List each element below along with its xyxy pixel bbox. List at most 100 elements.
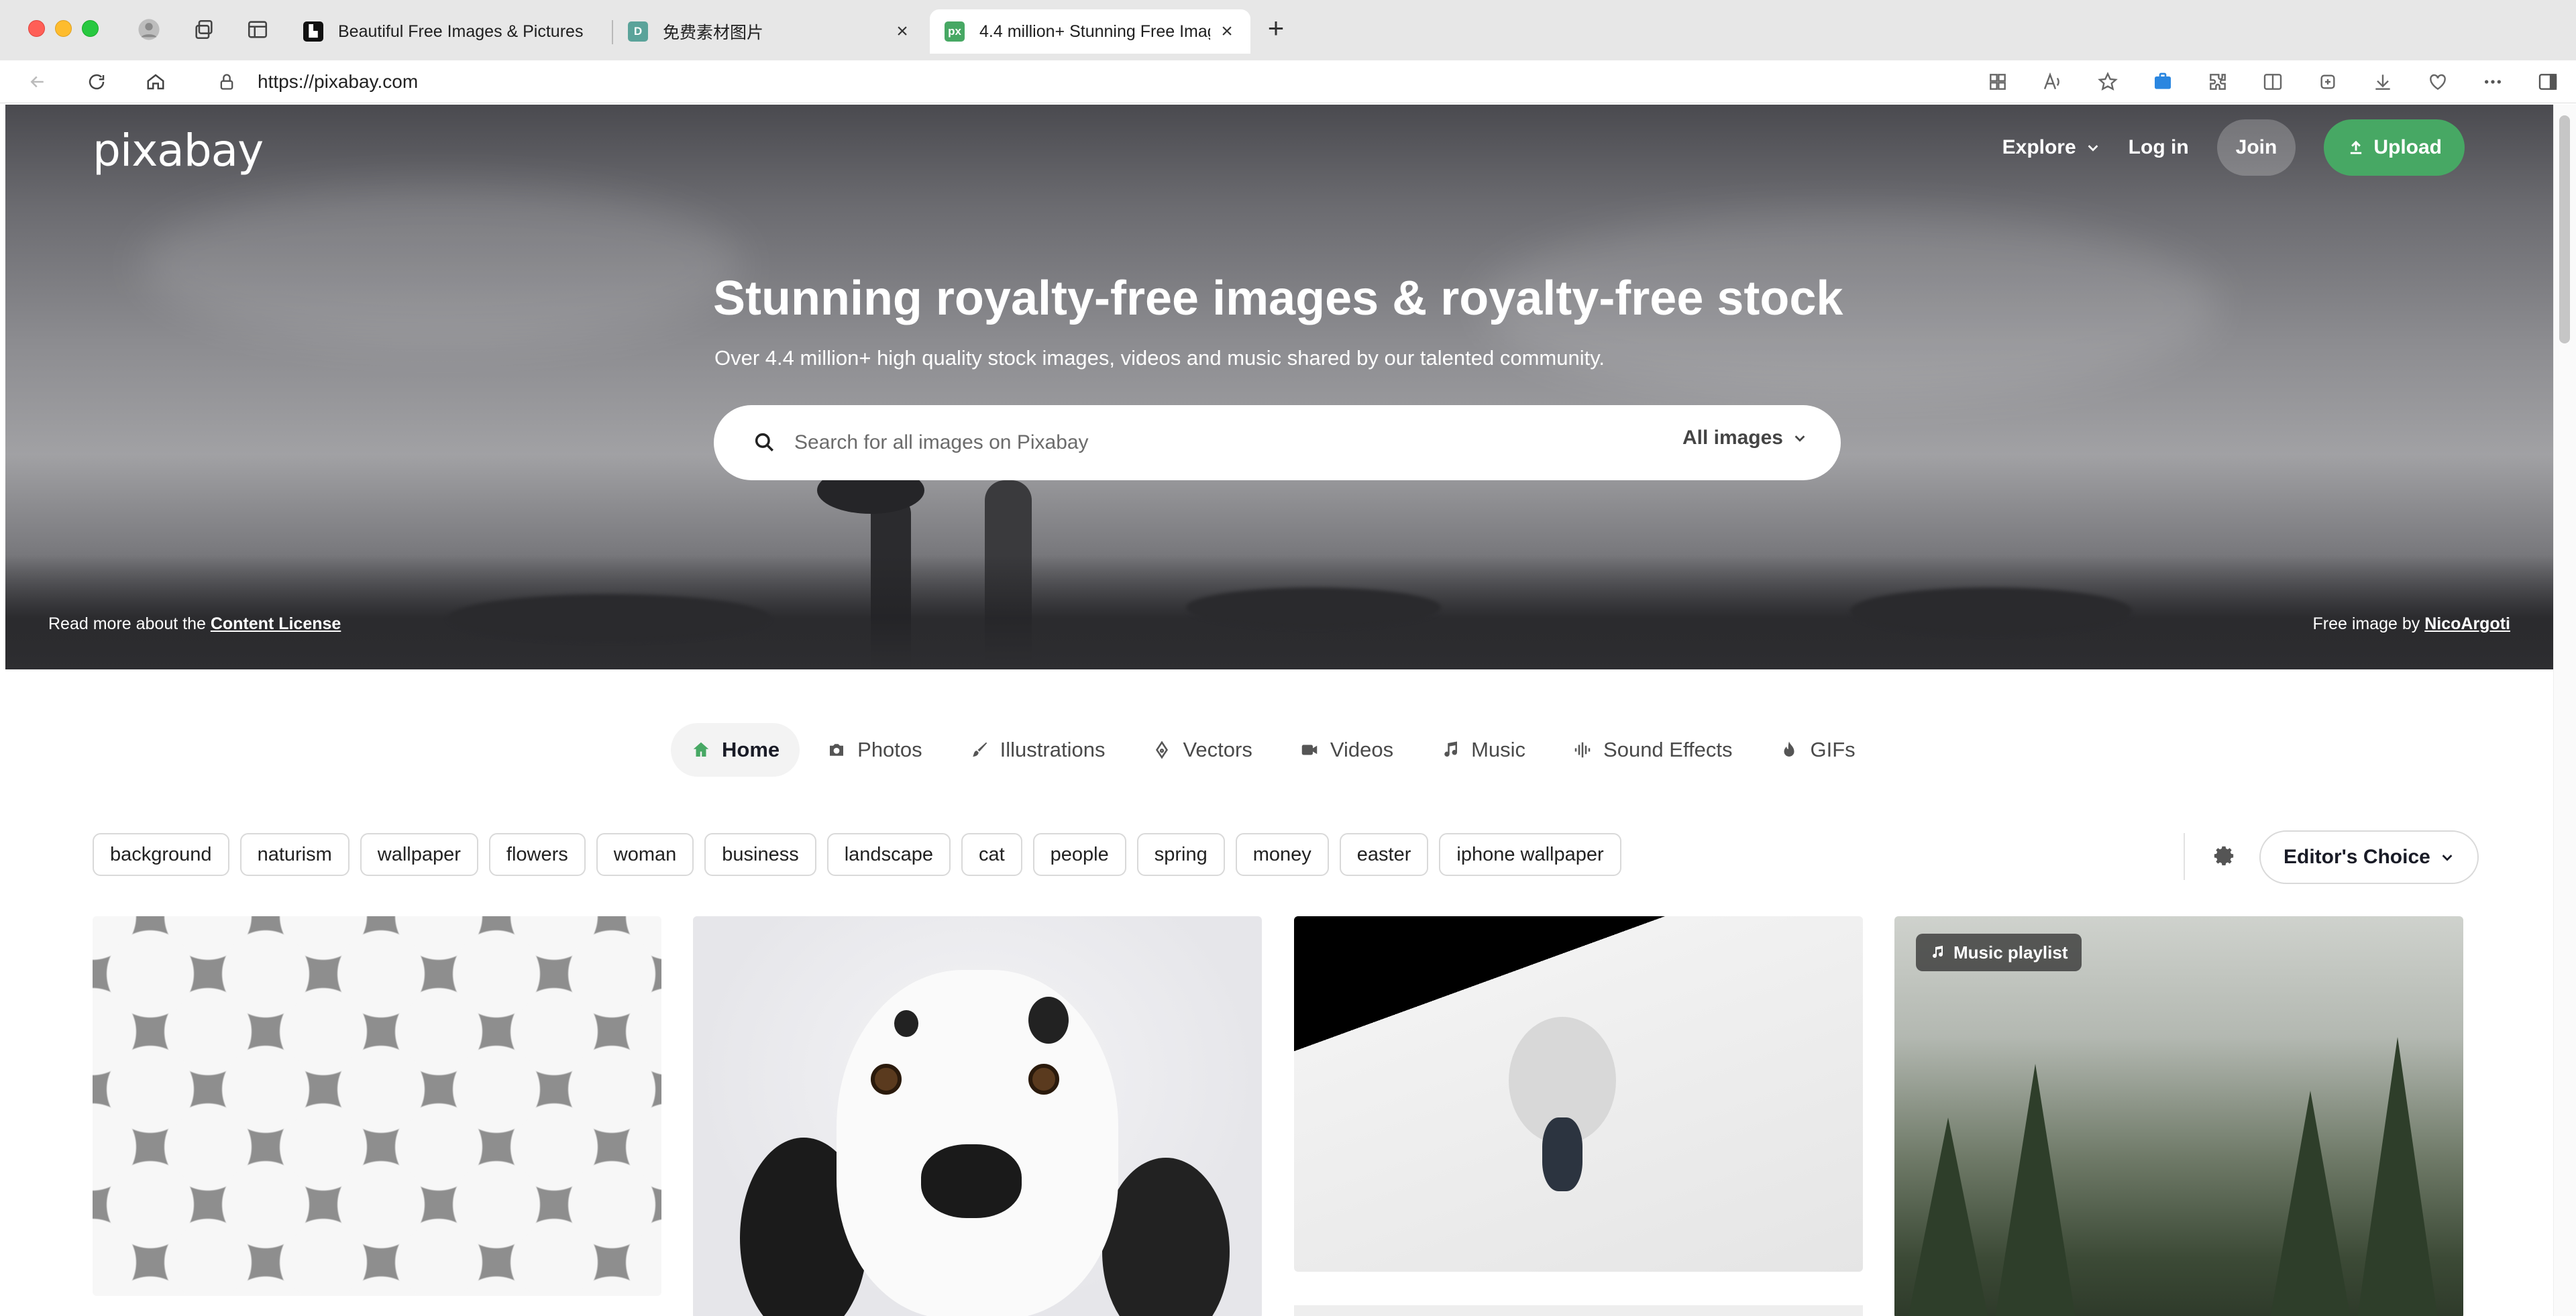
dog-eye bbox=[1028, 1064, 1059, 1095]
pixabay-page: pixabay Explore Log in Join Upload Stunn… bbox=[5, 105, 2553, 1316]
tag-chip[interactable]: business bbox=[704, 833, 816, 876]
license-prefix: Read more about the bbox=[48, 614, 211, 633]
url-field[interactable]: https://pixabay.com bbox=[193, 64, 2072, 99]
back-button[interactable] bbox=[24, 68, 51, 95]
tab-title: Beautiful Free Images & Pictures bbox=[338, 21, 584, 41]
image-card-eggs[interactable] bbox=[93, 916, 661, 1296]
category-videos[interactable]: Videos bbox=[1279, 723, 1413, 777]
tag-chip[interactable]: spring bbox=[1136, 833, 1225, 876]
browser-tab[interactable]: D 免费素材图片 × bbox=[613, 9, 926, 54]
upload-label: Upload bbox=[2373, 136, 2442, 158]
window-zoom-button[interactable] bbox=[82, 20, 99, 37]
category-music[interactable]: Music bbox=[1420, 723, 1546, 777]
category-vectors[interactable]: Vectors bbox=[1132, 723, 1272, 777]
hero-rock bbox=[1186, 588, 1441, 628]
music-note-icon bbox=[1933, 946, 1943, 958]
search-scope-dropdown[interactable]: All images bbox=[1682, 427, 1807, 449]
sidebar-toggle-icon[interactable] bbox=[2533, 67, 2563, 97]
dog-spot bbox=[1028, 997, 1069, 1044]
browser-tab-active[interactable]: px 4.4 million+ Stunning Free Images × bbox=[930, 9, 1250, 54]
credit-author-link[interactable]: NicoArgoti bbox=[2424, 614, 2510, 633]
downloads-icon[interactable] bbox=[2368, 67, 2398, 97]
hero-headline: Stunning royalty-free images & royalty-f… bbox=[713, 272, 1843, 325]
tag-chip[interactable]: easter bbox=[1339, 833, 1429, 876]
header-nav: Explore Log in Join Upload bbox=[2002, 119, 2465, 176]
new-tab-button[interactable]: + bbox=[1261, 14, 1291, 44]
tag-chip[interactable]: cat bbox=[961, 833, 1022, 876]
tag-chip[interactable]: people bbox=[1032, 833, 1126, 876]
split-screen-icon[interactable] bbox=[2258, 67, 2288, 97]
category-photos[interactable]: Photos bbox=[806, 723, 943, 777]
upload-button[interactable]: Upload bbox=[2324, 119, 2465, 176]
explore-label: Explore bbox=[2002, 136, 2076, 158]
profile-avatar-icon[interactable] bbox=[136, 16, 162, 43]
page-scrollbar[interactable] bbox=[2553, 105, 2576, 1316]
more-menu-icon[interactable] bbox=[2478, 67, 2508, 97]
search-input[interactable] bbox=[794, 424, 1653, 461]
read-aloud-icon[interactable] bbox=[2038, 67, 2068, 97]
tab-title: 4.4 million+ Stunning Free Images bbox=[979, 21, 1210, 41]
login-link[interactable]: Log in bbox=[2129, 136, 2189, 159]
tag-chip[interactable]: money bbox=[1235, 833, 1329, 876]
image-card-forest[interactable]: Music playlist bbox=[1894, 916, 2463, 1316]
search-icon[interactable] bbox=[753, 431, 775, 453]
join-button[interactable]: Join bbox=[2216, 119, 2296, 176]
tag-chip[interactable]: wallpaper bbox=[360, 833, 478, 876]
window-minimize-button[interactable] bbox=[55, 20, 72, 37]
tag-chip[interactable]: background bbox=[93, 833, 229, 876]
credit-prefix: Free image by bbox=[2312, 614, 2425, 633]
workspaces-icon[interactable] bbox=[191, 16, 217, 43]
search-scope-label: All images bbox=[1682, 427, 1783, 449]
category-label: Vectors bbox=[1183, 738, 1252, 761]
category-illustrations[interactable]: Illustrations bbox=[949, 723, 1126, 777]
apps-icon[interactable] bbox=[1983, 67, 2012, 97]
reload-button[interactable] bbox=[83, 68, 110, 95]
tab-close-icon[interactable]: × bbox=[1218, 20, 1236, 43]
music-note-icon bbox=[1444, 741, 1458, 757]
music-badge-label: Music playlist bbox=[1953, 942, 2068, 963]
gear-icon[interactable] bbox=[2210, 842, 2237, 869]
sort-dropdown[interactable]: Editor's Choice bbox=[2259, 830, 2479, 884]
hero-rock bbox=[448, 594, 770, 641]
dog-face bbox=[837, 970, 1118, 1316]
hero-cloud bbox=[140, 185, 743, 346]
tag-chip[interactable]: landscape bbox=[826, 833, 951, 876]
content-license-link[interactable]: Content License bbox=[211, 614, 341, 633]
tag-chip[interactable]: woman bbox=[596, 833, 694, 876]
category-gifs[interactable]: GIFs bbox=[1759, 723, 1875, 777]
hero-subline: Over 4.4 million+ high quality stock ima… bbox=[714, 346, 1605, 370]
pixabay-logo[interactable]: pixabay bbox=[93, 125, 264, 178]
home-button[interactable] bbox=[142, 68, 169, 95]
category-label: Home bbox=[722, 738, 780, 761]
chevron-down-icon bbox=[2442, 855, 2453, 861]
vertical-tabs-icon[interactable] bbox=[244, 16, 271, 43]
image-card-dalmatian[interactable] bbox=[693, 916, 1262, 1316]
dog-spot bbox=[894, 1010, 918, 1037]
tag-chip[interactable]: naturism bbox=[239, 833, 350, 876]
image-credit: Free image by NicoArgoti bbox=[2312, 614, 2510, 634]
d-favicon: D bbox=[628, 21, 648, 42]
chevron-down-icon bbox=[1794, 435, 1805, 442]
window-close-button[interactable] bbox=[28, 20, 45, 37]
browser-tab[interactable]: ▙ Beautiful Free Images & Pictures bbox=[288, 9, 610, 54]
tree-shape bbox=[1995, 1064, 2076, 1316]
collections-icon[interactable] bbox=[2313, 67, 2343, 97]
scrollbar-thumb[interactable] bbox=[2559, 115, 2570, 343]
category-label: Illustrations bbox=[1000, 738, 1106, 761]
category-home[interactable]: Home bbox=[671, 723, 800, 777]
explore-menu[interactable]: Explore bbox=[2002, 136, 2100, 159]
music-playlist-badge[interactable]: Music playlist bbox=[1916, 934, 2082, 971]
tag-list: background naturism wallpaper flowers wo… bbox=[93, 833, 1621, 876]
extensions-icon[interactable] bbox=[2203, 67, 2233, 97]
tag-chip[interactable]: iphone wallpaper bbox=[1439, 833, 1621, 876]
category-sound-effects[interactable]: Sound Effects bbox=[1552, 723, 1752, 777]
tab-close-icon[interactable]: × bbox=[894, 20, 911, 43]
brush-icon bbox=[972, 742, 987, 757]
shopping-icon[interactable] bbox=[2148, 67, 2178, 97]
category-label: GIFs bbox=[1810, 738, 1856, 761]
tag-chip[interactable]: flowers bbox=[488, 833, 586, 876]
browser-essentials-icon[interactable] bbox=[2423, 67, 2453, 97]
favorite-star-icon[interactable] bbox=[2093, 67, 2123, 97]
category-label: Sound Effects bbox=[1603, 738, 1733, 761]
image-card-swan[interactable] bbox=[1294, 916, 1863, 1272]
